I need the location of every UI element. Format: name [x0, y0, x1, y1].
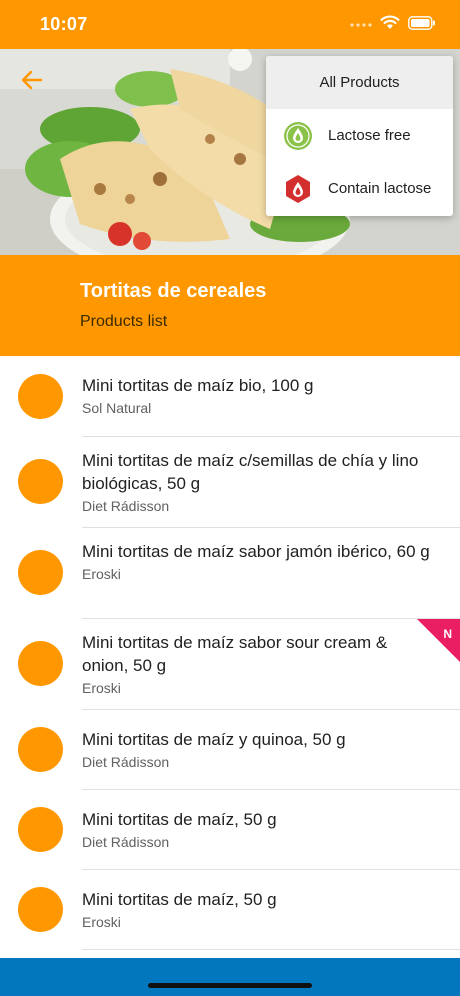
product-avatar [18, 727, 63, 772]
menu-item-label: Lactose free [328, 127, 411, 144]
product-brand: Diet Rádisson [82, 754, 170, 770]
menu-item-lactose-free[interactable]: Lactose free [266, 109, 453, 162]
menu-item-all-products[interactable]: All Products [266, 56, 453, 109]
menu-item-label: Contain lactose [328, 180, 432, 197]
product-name: Mini tortitas de maíz sabor sour cream &… [82, 633, 388, 675]
product-brand: Eroski [82, 566, 121, 582]
list-item-text: Mini tortitas de maíz sabor jamón ibéric… [82, 540, 438, 584]
header: Tortitas de cereales Products list [0, 255, 460, 356]
product-brand: Eroski [82, 680, 121, 696]
status-icons [350, 15, 436, 35]
list-item-text: Mini tortitas de maíz, 50 g Diet Rádisso… [82, 808, 438, 852]
product-brand: Diet Rádisson [82, 834, 170, 850]
list-item[interactable]: Mini tortitas de maíz y quinoa, 50 g Die… [0, 710, 460, 790]
product-name: Mini tortitas de maíz, 50 g [82, 810, 277, 829]
product-avatar [18, 641, 63, 686]
arrow-back-icon [21, 70, 43, 95]
product-avatar [18, 374, 63, 419]
list-item-text: Mini tortitas de maíz sabor sour cream &… [82, 631, 438, 698]
page-title: Tortitas de cereales [80, 280, 267, 302]
list-item[interactable]: Mini tortitas de maíz bio, 100 g Sol Nat… [0, 356, 460, 437]
product-brand: Diet Rádisson [82, 498, 170, 514]
product-avatar [18, 459, 63, 504]
status-time: 10:07 [40, 14, 88, 34]
product-avatar [18, 807, 63, 852]
product-avatar [18, 550, 63, 595]
list-item[interactable]: Mini tortitas de maíz, 50 g Diet Rádisso… [0, 790, 460, 870]
filter-menu: All Products Lactose free Contain lactos… [266, 56, 453, 216]
product-brand: Sol Natural [82, 400, 152, 416]
divider [82, 949, 460, 950]
list-item-text: Mini tortitas de maíz y quinoa, 50 g Die… [82, 728, 438, 772]
product-brand: Eroski [82, 914, 121, 930]
product-name: Mini tortitas de maíz c/semillas de chía… [82, 451, 419, 493]
product-name: Mini tortitas de maíz y quinoa, 50 g [82, 730, 346, 749]
home-indicator[interactable] [148, 983, 312, 988]
list-item[interactable]: Mini tortitas de maíz c/semillas de chía… [0, 437, 460, 528]
status-bar: 10:07 [0, 0, 460, 49]
product-name: Mini tortitas de maíz bio, 100 g [82, 376, 314, 395]
list-item[interactable]: N Mini tortitas de maíz sabor sour cream… [0, 619, 460, 710]
lactose-free-icon [283, 121, 313, 151]
wifi-icon [380, 15, 400, 35]
bottom-bar [0, 958, 460, 996]
signal-dots-icon [350, 16, 372, 34]
back-button[interactable] [14, 64, 50, 100]
list-item-text: Mini tortitas de maíz bio, 100 g Sol Nat… [82, 374, 438, 418]
list-item-text: Mini tortitas de maíz, 50 g Eroski [82, 888, 438, 932]
list-item[interactable]: Mini tortitas de maíz, 50 g Eroski [0, 870, 460, 950]
page-subtitle: Products list [80, 313, 168, 330]
menu-item-label: All Products [319, 74, 400, 91]
contains-lactose-icon [283, 174, 313, 204]
list-item[interactable]: Mini tortitas de maíz sabor jamón ibéric… [0, 528, 460, 619]
list-item-text: Mini tortitas de maíz c/semillas de chía… [82, 449, 438, 516]
product-name: Mini tortitas de maíz sabor jamón ibéric… [82, 542, 430, 561]
new-badge-label: N [443, 627, 452, 641]
battery-icon [408, 15, 436, 35]
product-avatar [18, 887, 63, 932]
menu-item-contain-lactose[interactable]: Contain lactose [266, 162, 453, 215]
product-name: Mini tortitas de maíz, 50 g [82, 890, 277, 909]
product-list: Mini tortitas de maíz bio, 100 g Sol Nat… [0, 356, 460, 950]
